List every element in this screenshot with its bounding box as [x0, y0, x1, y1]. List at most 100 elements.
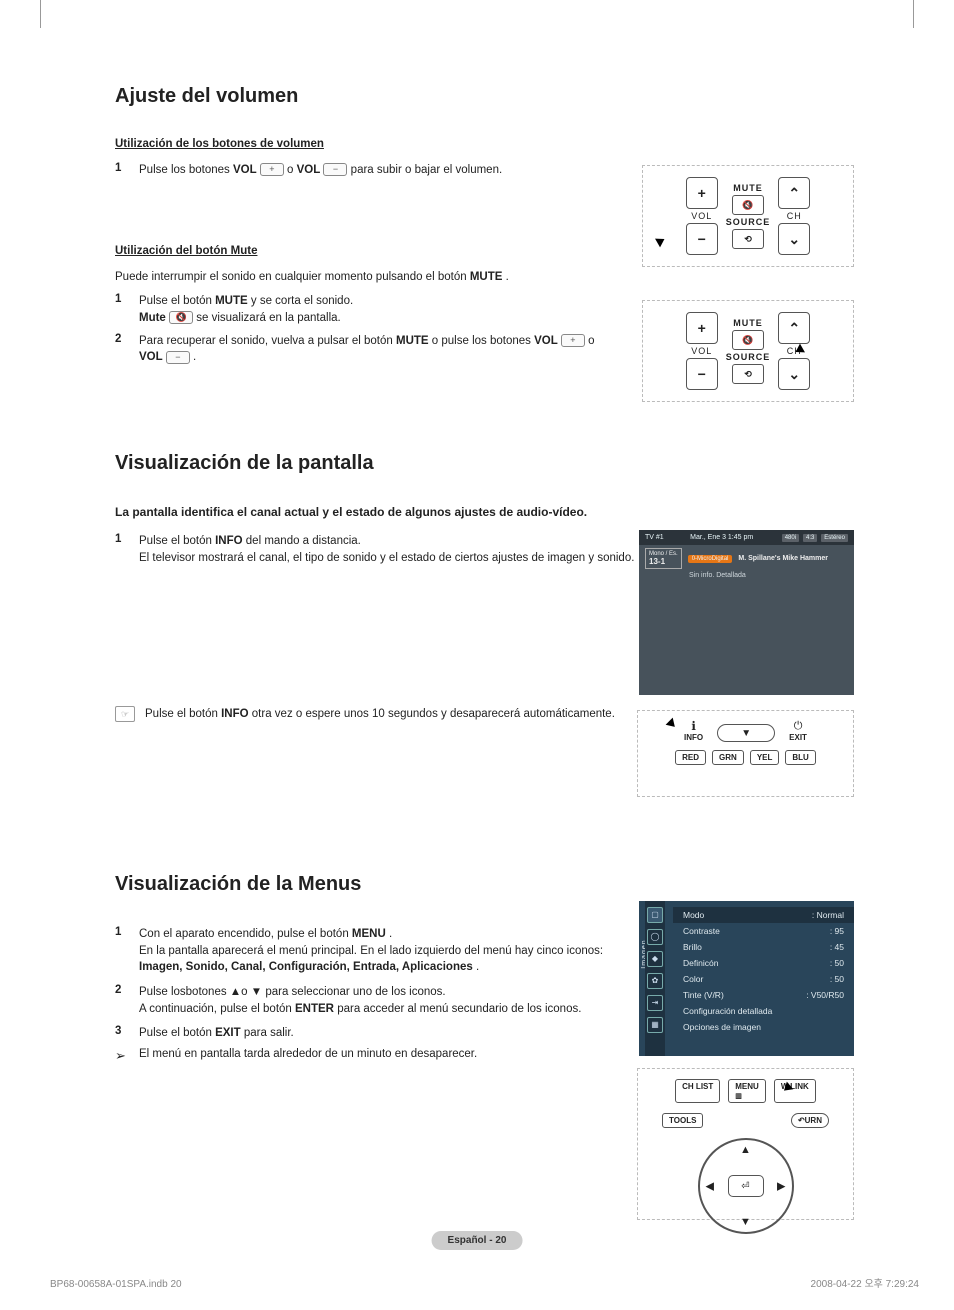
- text: Pulse el botón: [145, 708, 221, 720]
- vol-minus-icon: −: [166, 351, 190, 364]
- vol-label: VOL: [297, 164, 321, 176]
- tip-icon: ☞: [115, 706, 135, 722]
- source-button: ⟲: [732, 364, 764, 384]
- wlink-button: W.LINK: [774, 1079, 816, 1103]
- menu-button-icon: ▥: [735, 1093, 742, 1100]
- mid-column: MUTE 🔇 SOURCE ⟲: [726, 183, 771, 249]
- text: Con el aparato encendido, pulse el botón: [139, 928, 352, 940]
- tip-row: ☞ Pulse el botón INFO otra vez o espere …: [115, 706, 635, 723]
- menu-row: Opciones de imagen: [683, 1019, 844, 1035]
- menu-icon-sonido: ◯: [647, 929, 663, 945]
- mute-label: MUTE: [470, 271, 503, 283]
- nav-down-button: ▼: [717, 724, 775, 742]
- mute-word: Mute: [139, 312, 166, 324]
- footer-file-info: BP68-00658A-01SPA.indb 20: [50, 1279, 182, 1290]
- dpad-right-icon: ▶: [777, 1180, 785, 1193]
- menu-row: Brillo : 45: [683, 939, 844, 955]
- text: En la pantalla aparecerá el menú princip…: [139, 945, 603, 957]
- arrow-icon: ➢: [115, 1048, 139, 1064]
- chlist-button: CH LIST: [675, 1079, 720, 1103]
- illustration-remote-volume: + VOL − MUTE 🔇 SOURCE ⟲ ⌃ CH ⌄: [642, 165, 854, 267]
- vol-label: VOL: [233, 164, 257, 176]
- vol-minus-button: −: [686, 223, 718, 255]
- crop-mark: [40, 0, 41, 28]
- mute-button: 🔇: [732, 330, 764, 350]
- footer-timestamp: 2008-04-22 오후 7:29:24: [811, 1275, 919, 1290]
- intro-bold: La pantalla identifica el canal actual y…: [115, 505, 849, 519]
- text: Para recuperar el sonido, vuelva a pulsa…: [139, 335, 396, 347]
- step-row: 1 Con el aparato encendido, pulse el bot…: [115, 926, 635, 976]
- return-icon: ↶: [798, 1116, 805, 1125]
- text: .: [193, 351, 196, 363]
- menu-button-label: MENU: [735, 1082, 759, 1091]
- icon-names: Imagen, Sonido, Canal, Configuración, En…: [139, 961, 473, 973]
- badge: 4:3: [803, 534, 817, 542]
- menu-icon-canal: ◆: [647, 951, 663, 967]
- osd-top-bar: TV #1 Mar., Ene 3 1:45 pm 480i 4:3 Estér…: [639, 530, 854, 545]
- info-label: INFO: [684, 733, 703, 742]
- subhead-vol-buttons: Utilización de los botones de volumen: [115, 138, 849, 150]
- heading-display: Visualización de la pantalla: [115, 452, 849, 475]
- mid-column: MUTE 🔇 SOURCE ⟲: [726, 318, 771, 384]
- illustration-remote-mute: + VOL − MUTE 🔇 SOURCE ⟲ ⌃ CH ⌄: [642, 300, 854, 402]
- osd-row: Mono / Es. 13-1 0-MicroDigital M. Spilla…: [639, 545, 854, 572]
- text: y se corta el sonido.: [251, 295, 353, 307]
- step-number: 1: [115, 926, 139, 976]
- osd-channel-number: 13-1: [649, 557, 665, 566]
- text: o pulse los botones: [432, 335, 534, 347]
- row: CH LIST MENU ▥ W.LINK: [638, 1079, 853, 1103]
- return-button: ↶URN: [791, 1113, 829, 1128]
- step-number: 1: [115, 162, 139, 179]
- text: Puede interrumpir el sonido en cualquier…: [115, 271, 470, 283]
- mute-osd-icon: 🔇: [169, 311, 193, 324]
- menu-key: Configuración detallada: [683, 1006, 772, 1016]
- step-text: Pulse los botones VOL + o VOL − para sub…: [139, 162, 635, 179]
- mute-button: 🔇: [732, 195, 764, 215]
- illustration-menu-osd: Imagen ▢ ◯ ◆ ✿ ⇥ ▦ Modo : Normal Contras…: [639, 901, 854, 1056]
- menu-key: Definicón: [683, 958, 718, 968]
- menu-val: : 50: [830, 958, 844, 968]
- row: TOOLS ↶URN: [638, 1113, 853, 1128]
- step-row: 1 Pulse el botón INFO del mando a distan…: [115, 533, 635, 566]
- menu-key: Tinte (V/R): [683, 990, 724, 1000]
- vol-column: + VOL −: [686, 177, 718, 255]
- vol-plus-icon: +: [260, 163, 284, 176]
- ch-up-button: ⌃: [778, 177, 810, 209]
- osd-source-label: TV #1: [645, 534, 664, 541]
- note-row: ➢ El menú en pantalla tarda alrededor de…: [115, 1048, 635, 1064]
- mute-label: MUTE: [733, 183, 763, 193]
- menu-icon-aplic: ▦: [647, 1017, 663, 1033]
- text: El televisor mostrará el canal, el tipo …: [139, 552, 634, 564]
- illustration-remote-info: ℹ INFO ▼ ⏻ EXIT RED GRN YEL BLU: [637, 710, 854, 797]
- step-row: 1 Pulse los botones VOL + o VOL − para s…: [115, 162, 635, 179]
- step-row: 2 Pulse losbotones ▲o ▼ para seleccionar…: [115, 984, 635, 1017]
- osd-badges: 480i 4:3 Estéreo: [780, 534, 848, 541]
- exit-label: EXIT: [789, 733, 807, 742]
- osd-program-title: M. Spillane's Mike Hammer: [738, 555, 828, 562]
- text: o: [287, 164, 297, 176]
- text: del mando a distancia.: [246, 535, 361, 547]
- osd-time: Mar., Ene 3 1:45 pm: [690, 534, 753, 541]
- text: .: [476, 961, 479, 973]
- step-number: 2: [115, 984, 139, 1017]
- step-number: 3: [115, 1025, 139, 1042]
- source-label: SOURCE: [726, 352, 771, 362]
- page-language-badge: Español - 20: [432, 1231, 523, 1250]
- enter-label: ENTER: [295, 1003, 334, 1015]
- menu-list: Modo : Normal Contraste : 95 Brillo : 45…: [673, 901, 854, 1043]
- color-button-row: RED GRN YEL BLU: [638, 750, 853, 765]
- menu-icon-config: ✿: [647, 973, 663, 989]
- blue-button: BLU: [785, 750, 815, 765]
- dpad-enter-button: ⏎: [728, 1175, 764, 1197]
- green-button: GRN: [712, 750, 744, 765]
- menu-row: Color : 50: [683, 971, 844, 987]
- vol-plus-icon: +: [561, 334, 585, 347]
- text: Pulse el botón: [139, 295, 215, 307]
- osd-subtext: Sin info. Detallada: [639, 572, 854, 579]
- dpad-up-icon: ▲: [740, 1144, 751, 1156]
- menu-side-icons: ▢ ◯ ◆ ✿ ⇥ ▦: [645, 901, 665, 1056]
- text: para subir o bajar el volumen.: [351, 164, 503, 176]
- exit-group: ⏻ EXIT: [789, 720, 807, 742]
- menu-row: Contraste : 95: [683, 923, 844, 939]
- menu-val: : V50/R50: [806, 990, 844, 1000]
